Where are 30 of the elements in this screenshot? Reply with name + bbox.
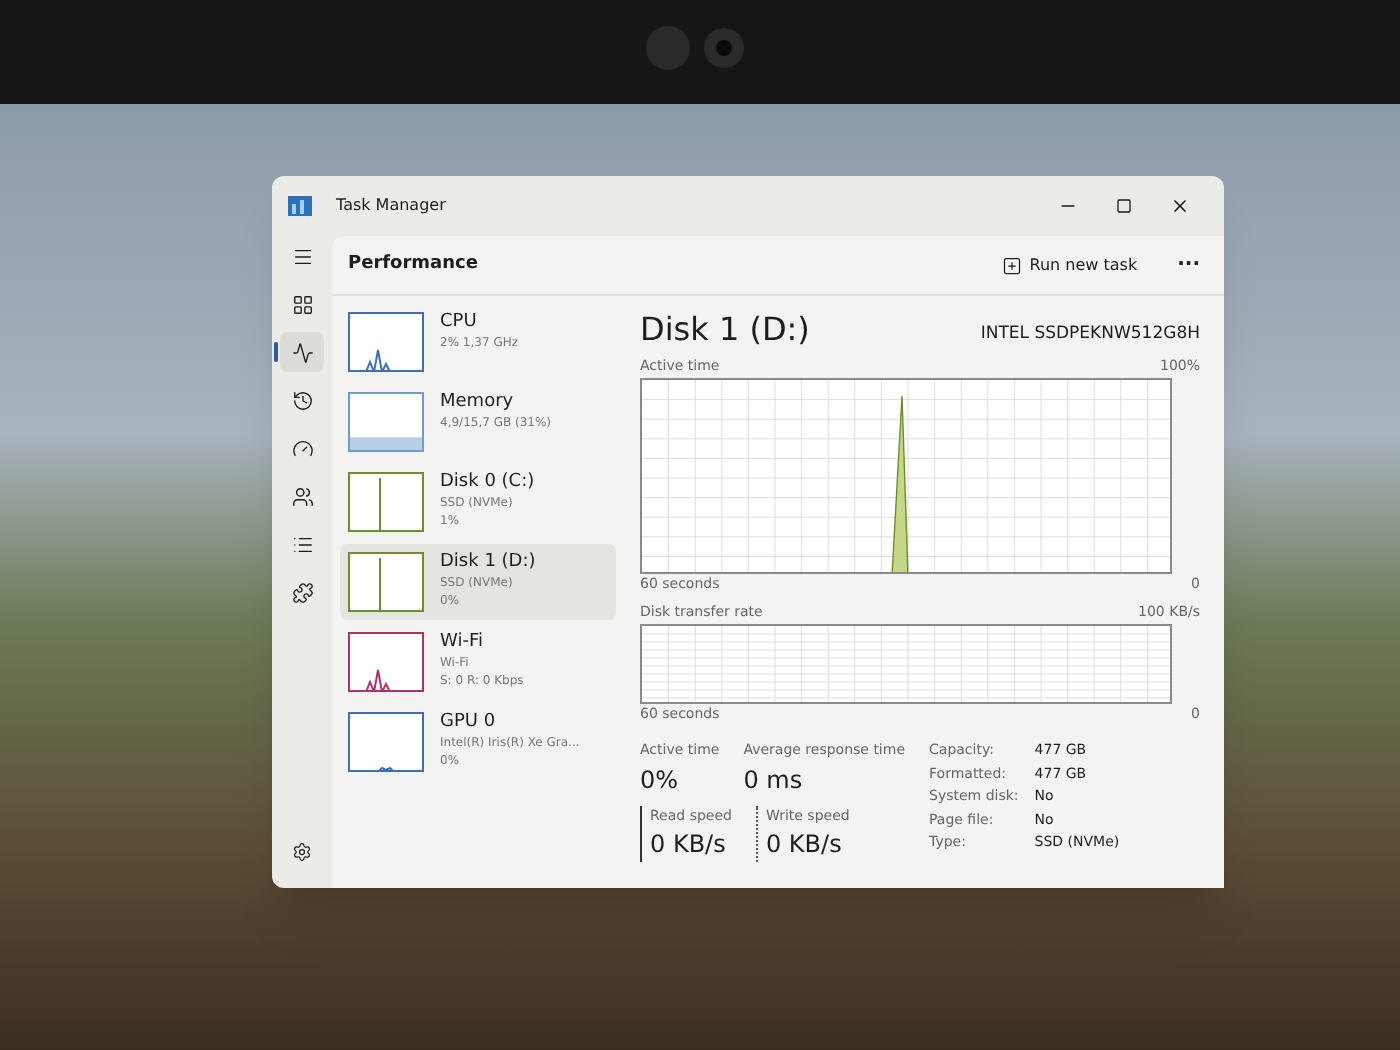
settings-icon bbox=[292, 842, 312, 862]
app-icon bbox=[288, 196, 312, 216]
disk-title: Disk 1 (D:) bbox=[640, 312, 810, 348]
resource-name: Disk 0 (C:) bbox=[440, 472, 535, 494]
nav-button[interactable] bbox=[280, 332, 324, 372]
gauge-icon bbox=[291, 437, 313, 459]
resource-name: CPU bbox=[440, 312, 479, 334]
page-title: Performance bbox=[348, 251, 478, 278]
resource-name: GPU 0 bbox=[440, 712, 498, 734]
users-icon bbox=[291, 485, 313, 507]
more-button[interactable]: ··· bbox=[1169, 250, 1208, 280]
menu-icon bbox=[291, 245, 313, 267]
disk-model: INTEL SSDPEKNW512G8H bbox=[980, 322, 1200, 348]
pulse-chart-icon bbox=[291, 341, 313, 363]
history-icon bbox=[291, 389, 313, 411]
window-title: Task Manager bbox=[336, 194, 446, 218]
maximize-icon bbox=[1116, 198, 1132, 214]
new-task-icon bbox=[1001, 255, 1022, 275]
close-icon bbox=[1170, 196, 1190, 216]
run-new-task-button[interactable]: Run new task bbox=[985, 245, 1154, 285]
speed-value: 0 KB/s bbox=[765, 828, 844, 862]
puzzle-icon bbox=[291, 581, 313, 603]
resource-name: Disk 1 (D:) bbox=[440, 552, 536, 574]
resource-name: Memory bbox=[440, 392, 516, 414]
selection-indicator bbox=[274, 342, 278, 362]
stat-value: 0 ms bbox=[743, 763, 805, 797]
grid-icon bbox=[291, 293, 313, 315]
resource-name: Wi-Fi bbox=[440, 632, 485, 654]
speed-value: 0 KB/s bbox=[650, 828, 728, 862]
stat-value: 0% bbox=[640, 763, 681, 797]
